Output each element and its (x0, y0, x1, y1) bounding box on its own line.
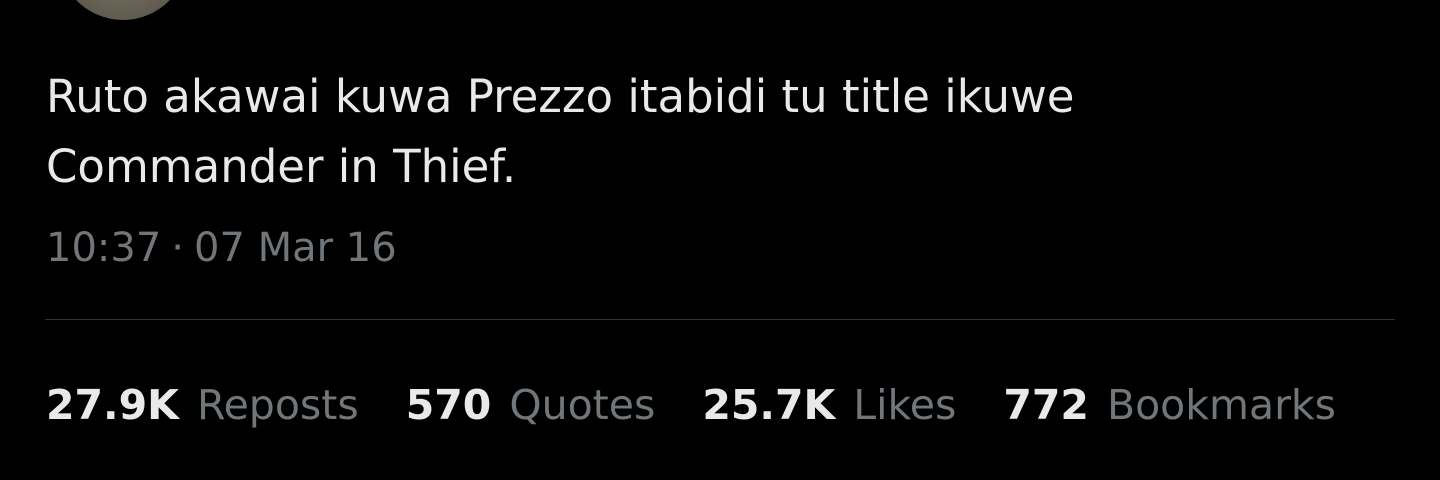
tweet-date: 07 Mar 16 (194, 225, 397, 271)
tweet-text-line-1: Ruto akawai kuwa Prezzo itabidi tu title… (46, 70, 1075, 123)
tweet-time: 10:37 (46, 225, 162, 271)
avatar[interactable] (58, 0, 188, 20)
quotes-stat[interactable]: 570 Quotes (406, 376, 656, 434)
quotes-label: Quotes (509, 381, 656, 429)
likes-label: Likes (853, 381, 957, 429)
likes-stat[interactable]: 25.7K Likes (702, 376, 956, 434)
reposts-label: Reposts (196, 381, 359, 429)
bookmarks-stat[interactable]: 772 Bookmarks (1003, 376, 1336, 434)
divider (45, 319, 1395, 320)
bookmarks-count: 772 (1003, 381, 1089, 429)
tweet-text-line-2: Commander in Thief. (46, 140, 517, 193)
tweet-timestamp[interactable]: 10:37 · 07 Mar 16 (46, 220, 397, 276)
tweet-text: Ruto akawai kuwa Prezzo itabidi tu title… (46, 62, 1346, 202)
bookmarks-label: Bookmarks (1106, 381, 1337, 429)
reposts-count: 27.9K (46, 381, 179, 429)
engagement-stats: 27.9K Reposts 570 Quotes 25.7K Likes 772… (46, 376, 1383, 434)
quotes-count: 570 (405, 381, 492, 429)
reposts-stat[interactable]: 27.9K Reposts (46, 376, 359, 434)
likes-count: 25.7K (702, 381, 836, 429)
timestamp-separator: · (171, 225, 184, 271)
